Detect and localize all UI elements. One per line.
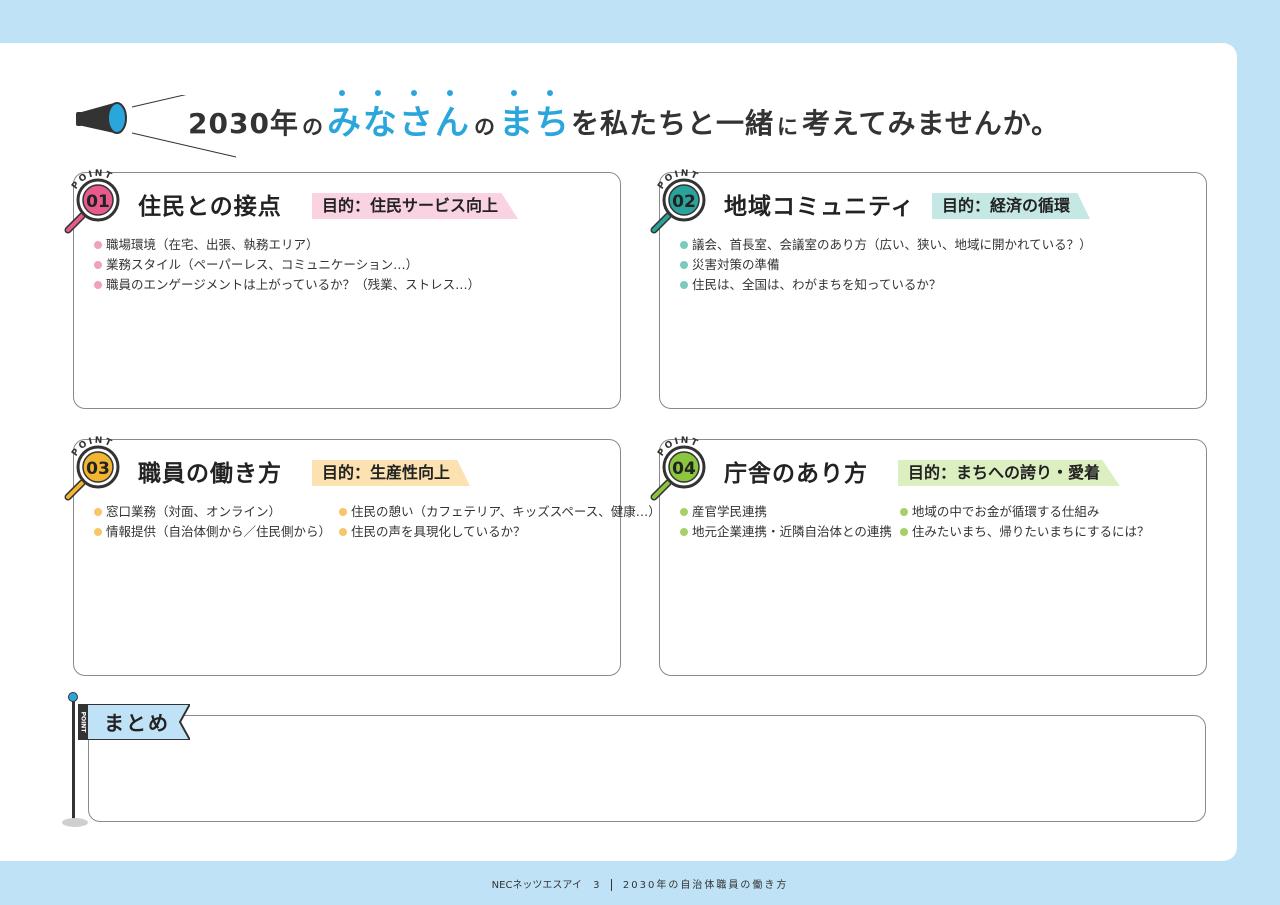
- title-particle: に: [776, 115, 799, 139]
- flagpole-base: [62, 818, 88, 827]
- card-items-02: 議会、首長室、会議室のあり方（広い、狭い、地域に開かれている？） 災害対策の準備…: [680, 235, 1092, 295]
- card-goal-04: 目的：まちへの誇り・愛着: [898, 460, 1121, 486]
- badge-number: 01: [86, 192, 110, 212]
- card-title-02: 地域コミュニティ: [724, 194, 915, 220]
- footer-divider: [610, 879, 612, 891]
- list-item: 窓口業務（対面、オンライン）: [94, 502, 331, 522]
- footer: NECネッツエスアイ 3 2030年の自治体職員の働き方: [0, 876, 1280, 891]
- list-item: 住民の声を具現化しているか？: [339, 522, 661, 542]
- card-items-01: 職場環境（在宅、出張、執務エリア） 業務スタイル（ペーパーレス、コミュニケーショ…: [94, 235, 480, 295]
- list-item: 産官学民連携: [680, 502, 892, 522]
- list-item: 職場環境（在宅、出張、執務エリア）: [94, 235, 480, 255]
- flagpole-top: [68, 692, 78, 702]
- title-particle: の: [473, 115, 496, 139]
- list-item: 業務スタイル（ペーパーレス、コミュニケーション…）: [94, 255, 480, 275]
- card-title-04: 庁舎のあり方: [724, 461, 868, 487]
- list-item: 住みたいまち、帰りたいまちにするには？: [899, 522, 1150, 542]
- list-item: 議会、首長室、会議室のあり方（広い、狭い、地域に開かれている？）: [680, 235, 1092, 255]
- emphasis-dots: [333, 90, 471, 98]
- list-item: 住民の憩い（カフェテリア、キッズスペース、健康…）: [339, 502, 661, 522]
- list-item: 地域の中でお金が循環する仕組み: [899, 502, 1150, 522]
- title-particle: の: [301, 115, 324, 139]
- footer-publisher: NECネッツエスアイ: [491, 880, 582, 891]
- title-highlight-minasan: みなさん: [326, 90, 471, 144]
- footer-page: 3: [593, 880, 600, 891]
- summary-label: まとめ: [104, 711, 170, 735]
- emphasis-dots: [505, 90, 571, 98]
- magnifier-badge-02: POINT 02: [650, 169, 706, 234]
- title-highlight-machi: まち: [498, 90, 571, 144]
- magnifier-badge-01: POINT 01: [64, 169, 120, 234]
- summary-box: [88, 715, 1206, 822]
- title-highlight-text: みなさん: [326, 103, 471, 143]
- badge-number: 04: [672, 459, 696, 479]
- card-items-04: 産官学民連携 地元企業連携・近隣自治体との連携 地域の中でお金が循環する仕組み …: [680, 502, 1150, 542]
- magnifier-badge-03: POINT 03: [64, 436, 120, 501]
- card-title-03: 職員の働き方: [138, 461, 282, 487]
- page-title: 2030年 の みなさん の まち を私たちと一緒 に 考えてみませんか。: [188, 88, 1060, 144]
- flag-side-label: POINT: [80, 712, 87, 734]
- card-goal-02: 目的：経済の循環: [932, 193, 1091, 219]
- title-text: 考えてみませんか。: [801, 107, 1061, 140]
- title-text: を私たちと一緒: [570, 107, 774, 140]
- list-item: 情報提供（自治体側から／住民側から）: [94, 522, 331, 542]
- card-title-01: 住民との接点: [138, 194, 282, 220]
- list-item: 災害対策の準備: [680, 255, 1092, 275]
- title-year: 2030年: [188, 107, 299, 140]
- flagpole: [72, 696, 75, 820]
- badge-number: 02: [672, 192, 696, 212]
- list-item: 地元企業連携・近隣自治体との連携: [680, 522, 892, 542]
- card-items-03: 窓口業務（対面、オンライン） 情報提供（自治体側から／住民側から） 住民の憩い（…: [94, 502, 661, 542]
- badge-number: 03: [86, 459, 110, 479]
- card-goal-03: 目的：生産性向上: [312, 460, 471, 486]
- card-goal-01: 目的：住民サービス向上: [312, 193, 519, 219]
- magnifier-badge-04: POINT 04: [650, 436, 706, 501]
- list-item: 住民は、全国は、わがまちを知っているか？: [680, 275, 1092, 295]
- list-item: 職員のエンゲージメントは上がっているか？（残業、ストレス…）: [94, 275, 480, 295]
- footer-doc-title: 2030年の自治体職員の働き方: [622, 880, 789, 891]
- title-highlight-text: まち: [498, 103, 571, 143]
